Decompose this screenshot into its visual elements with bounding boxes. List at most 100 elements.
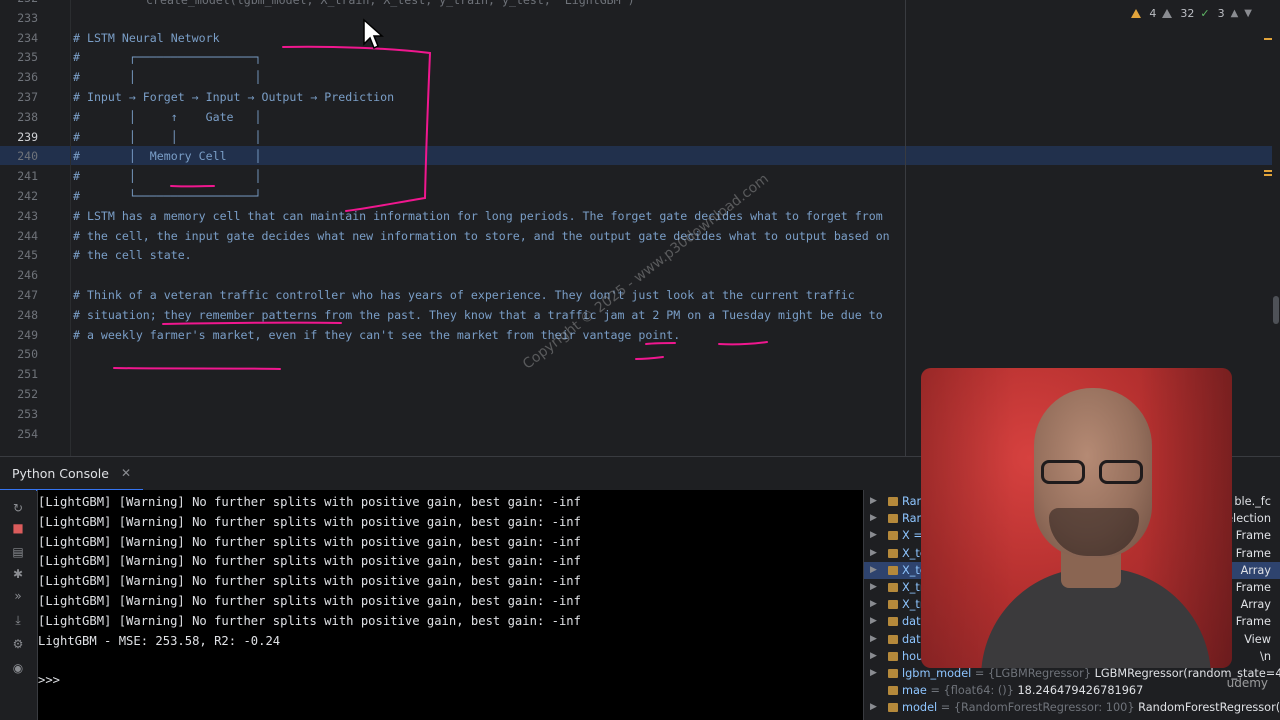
variable-value: ble._fc — [1234, 495, 1271, 508]
editor-scrollbar-thumb[interactable] — [1273, 296, 1279, 324]
console-line: [LightGBM] [Warning] No further splits w… — [38, 574, 581, 589]
line-number[interactable]: 233 — [0, 10, 38, 26]
tab-python-console[interactable]: Python Console ✕ — [0, 457, 143, 491]
line-number[interactable]: 237 — [0, 89, 38, 105]
ok-count: 3 — [1217, 6, 1225, 20]
mouse-cursor — [363, 18, 384, 50]
weak-warning-icon — [1162, 8, 1173, 18]
expand-icon[interactable]: ▶ — [870, 596, 877, 613]
partial-code-line: create_model(lgbm_model, X_train, X_test… — [146, 0, 635, 7]
line-number[interactable]: 235 — [0, 49, 38, 65]
line-number[interactable]: 244 — [0, 228, 38, 244]
line-number[interactable]: 249 — [0, 327, 38, 343]
glasses — [1037, 460, 1155, 486]
chevron-up-icon[interactable]: ▲ — [1231, 8, 1239, 19]
line-number[interactable]: 247 — [0, 287, 38, 303]
code-line[interactable]: # the cell state. — [73, 247, 192, 263]
weak-warning-count: 32 — [1180, 6, 1195, 20]
warning-count: 4 — [1149, 6, 1157, 20]
settings-icon[interactable]: ⚙ — [10, 636, 26, 652]
code-line[interactable]: # │ │ — [73, 168, 261, 184]
variable-type: = {LGBMRegressor} — [971, 667, 1095, 680]
line-number[interactable]: 245 — [0, 247, 38, 263]
variable-type-icon — [888, 583, 898, 592]
line-number[interactable]: 246 — [0, 267, 38, 283]
warning-icon — [1131, 8, 1142, 18]
console-output[interactable]: [LightGBM] [Warning] No further splits w… — [37, 490, 863, 720]
code-line[interactable]: # │ Memory Cell │ — [73, 148, 261, 164]
console-prompt[interactable]: >>> — [38, 671, 60, 689]
expand-icon[interactable]: ▶ — [870, 562, 877, 579]
line-number[interactable]: 240 — [0, 148, 38, 164]
expand-icon[interactable]: ▶ — [870, 579, 877, 596]
variable-name: model = {RandomForestRegressor: 100} Ran… — [902, 699, 1280, 716]
variable-type-icon — [888, 634, 898, 644]
variable-type-icon — [888, 514, 898, 524]
variable-row[interactable]: ▶ model = {RandomForestRegressor: 100} Ra… — [864, 699, 1280, 716]
variable-value: election — [1226, 512, 1271, 526]
code-line[interactable]: # Input → Forget → Input → Output → Pred… — [73, 89, 394, 105]
expand-icon[interactable]: ▶ — [870, 648, 877, 665]
code-line[interactable]: # a weekly farmer's market, even if they… — [73, 327, 680, 343]
line-number[interactable]: 254 — [0, 426, 38, 442]
line-number[interactable]: 243 — [0, 208, 38, 224]
line-number[interactable]: 248 — [0, 307, 38, 323]
line-number[interactable]: 250 — [0, 346, 38, 362]
gutter-divider — [70, 0, 71, 456]
line-number[interactable]: 241 — [0, 168, 38, 184]
variable-type-icon — [888, 497, 898, 506]
scroll-to-end-icon[interactable]: ⤓ — [10, 612, 26, 628]
code-line[interactable]: # │ │ │ — [73, 129, 261, 145]
expand-icon[interactable]: ▶ — [870, 699, 877, 716]
line-number[interactable]: 234 — [0, 30, 38, 46]
variable-value: Array — [1240, 563, 1271, 577]
line-number[interactable]: 239 — [0, 129, 38, 145]
check-icon: ✓ — [1200, 6, 1210, 20]
show-more-icon[interactable]: » — [10, 588, 26, 604]
code-line[interactable]: # LSTM has a memory cell that can mainta… — [73, 208, 883, 224]
line-number[interactable]: 232 — [0, 0, 38, 6]
show-variables-icon[interactable]: ◉ — [10, 660, 26, 676]
line-number[interactable]: 251 — [0, 366, 38, 382]
code-area[interactable]: create_model(lgbm_model, X_train, X_test… — [73, 0, 903, 456]
close-icon[interactable]: ✕ — [121, 466, 131, 480]
code-line[interactable]: # │ ↑ Gate │ — [73, 109, 261, 125]
expand-icon[interactable]: ▶ — [870, 631, 877, 648]
debug-icon[interactable]: ✱ — [10, 566, 26, 582]
line-number[interactable]: 238 — [0, 109, 38, 125]
code-line[interactable]: # situation; they remember patterns from… — [73, 307, 883, 323]
line-number[interactable]: 252 — [0, 386, 38, 402]
expand-icon[interactable]: ▶ — [870, 527, 877, 544]
expand-icon[interactable]: ▶ — [870, 510, 877, 527]
code-line[interactable]: # LSTM Neural Network — [73, 30, 220, 46]
console-history-icon[interactable]: ▤ — [10, 544, 26, 560]
chevron-down-icon[interactable]: ▼ — [1244, 8, 1252, 19]
variable-type-icon — [888, 548, 898, 558]
console-toolbar: ↻ ■ ▤ ✱ » ⤓ ⚙ ◉ — [0, 490, 36, 720]
variable-value: Array — [1240, 598, 1271, 612]
scrollbar-markers[interactable] — [1264, 20, 1272, 450]
expand-icon[interactable]: ▶ — [870, 545, 877, 562]
console-line: [LightGBM] [Warning] No further splits w… — [38, 495, 581, 509]
code-line[interactable]: # └─────────────────┘ — [73, 188, 261, 204]
udemy-watermark: udemy — [1226, 676, 1268, 690]
code-line[interactable]: # │ │ — [73, 69, 261, 85]
variable-value: 18.246479426781967 — [1017, 684, 1144, 698]
inspection-widget[interactable]: 4 32 ✓ 3 ▲ ▼ — [1131, 5, 1252, 21]
warning-marker[interactable] — [1264, 170, 1272, 172]
stop-icon[interactable]: ■ — [10, 520, 26, 536]
expand-icon[interactable]: ▶ — [870, 493, 877, 510]
code-line[interactable]: # the cell, the input gate decides what … — [73, 228, 890, 244]
warning-marker[interactable] — [1264, 38, 1272, 40]
expand-icon[interactable]: ▶ — [870, 665, 877, 682]
line-number[interactable]: 236 — [0, 69, 38, 85]
line-number[interactable]: 253 — [0, 406, 38, 422]
code-line[interactable]: # Think of a veteran traffic controller … — [73, 287, 855, 303]
expand-icon[interactable]: ▶ — [870, 613, 877, 630]
line-number[interactable]: 242 — [0, 188, 38, 204]
line-number-gutter[interactable]: 232 233 234 235 236 237 238 239 240 241 242 243 244 2… — [0, 0, 52, 456]
warning-marker[interactable] — [1264, 174, 1272, 176]
code-line[interactable]: # ┌─────────────────┐ — [73, 49, 261, 65]
variable-row[interactable]: mae = {float64: ()} 18.246479426781967 — [864, 682, 1280, 699]
rerun-icon[interactable]: ↻ — [10, 500, 26, 516]
